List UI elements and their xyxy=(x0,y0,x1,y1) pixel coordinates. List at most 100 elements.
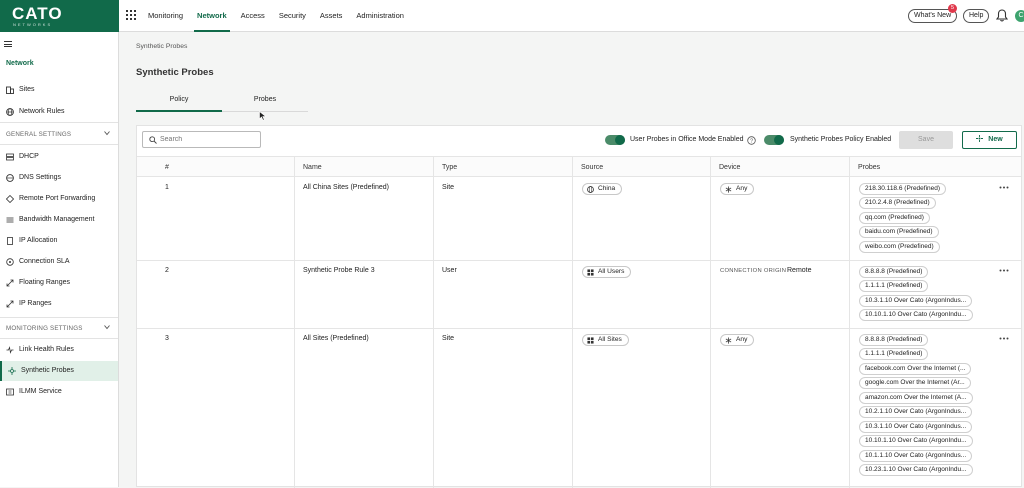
probe-chip[interactable]: 10.2.1.10 Over Cato (ArgonIndus... xyxy=(859,406,973,418)
server-icon xyxy=(6,153,14,161)
probe-chip[interactable]: 10.10.1.10 Over Cato (ArgonIndu... xyxy=(859,435,973,447)
users-grid-icon xyxy=(587,268,594,276)
probe-chip[interactable]: 218.30.118.6 (Predefined) xyxy=(859,183,947,195)
target-icon xyxy=(6,258,14,266)
search-input[interactable] xyxy=(160,134,256,145)
sidebar-item-label: Synthetic Probes xyxy=(21,367,74,374)
probe-chip[interactable]: 1.1.1.1 (Predefined) xyxy=(859,280,929,292)
sidebar-item-label: Link Health Rules xyxy=(19,346,74,353)
row-1-name[interactable]: All China Sites (Predefined) xyxy=(303,184,389,191)
link-health-icon xyxy=(6,346,14,354)
section-general-settings[interactable]: GENERAL SETTINGS xyxy=(6,131,114,138)
building-icon xyxy=(6,86,14,94)
probe-chip[interactable]: qq.com (Predefined) xyxy=(859,212,930,224)
sidebar-item-ip-allocation[interactable]: IP Allocation xyxy=(0,231,118,251)
plus-icon xyxy=(976,135,984,142)
globe-icon xyxy=(587,185,594,193)
sidebar-item-label: Connection SLA xyxy=(19,258,70,265)
search-box[interactable] xyxy=(142,131,261,148)
probe-chip[interactable]: 10.23.1.10 Over Cato (ArgonIndu... xyxy=(859,464,973,476)
row-1-source-chip[interactable]: China xyxy=(582,183,623,195)
nav-monitoring[interactable]: Monitoring xyxy=(148,0,183,32)
column-header-number[interactable]: # xyxy=(165,157,169,178)
row-2-name[interactable]: Synthetic Probe Rule 3 xyxy=(303,267,375,274)
save-button[interactable]: Save xyxy=(899,131,953,149)
probe-chip[interactable]: 10.3.1.10 Over Cato (ArgonIndus... xyxy=(859,295,973,307)
apps-grid-icon[interactable] xyxy=(126,10,136,20)
mouse-cursor-icon xyxy=(259,111,267,121)
probe-chip[interactable]: baidu.com (Predefined) xyxy=(859,226,939,238)
column-header-device[interactable]: Device xyxy=(719,157,740,178)
row-3-source-chip[interactable]: All Sites xyxy=(582,334,629,346)
sidebar-title: Network xyxy=(6,60,34,67)
probe-chip[interactable]: 10.1.1.10 Over Cato (ArgonIndus... xyxy=(859,450,973,462)
probe-chip[interactable]: 10.3.1.10 Over Cato (ArgonIndus... xyxy=(859,421,973,433)
more-options-icon[interactable] xyxy=(999,186,1009,189)
sidebar-item-connection-sla[interactable]: Connection SLA xyxy=(0,252,118,272)
asterisk-icon xyxy=(725,185,732,193)
sidebar-item-remote-port-forwarding[interactable]: Remote Port Forwarding xyxy=(0,189,118,209)
cato-logo[interactable]: CATO NETWORKS xyxy=(0,0,119,32)
user-probes-toggle-label: User Probes in Office Mode Enabled xyxy=(630,136,744,143)
sidebar-item-link-health-rules[interactable]: Link Health Rules xyxy=(0,340,118,360)
help-circle-icon[interactable]: ? xyxy=(747,136,756,145)
sidebar-item-label: Remote Port Forwarding xyxy=(19,195,96,202)
chip-label: Any xyxy=(736,185,748,192)
sidebar-item-ilmm-service[interactable]: ILMM Service xyxy=(0,382,118,402)
more-options-icon[interactable] xyxy=(999,337,1009,340)
column-header-type[interactable]: Type xyxy=(442,157,457,178)
sidebar: Network Sites Network Rules GENERAL SETT… xyxy=(0,32,119,487)
probe-chip[interactable]: 210.2.4.8 (Predefined) xyxy=(859,197,936,209)
tab-policy[interactable]: Policy xyxy=(136,88,222,112)
menu-icon[interactable] xyxy=(4,41,12,47)
search-icon xyxy=(149,136,157,144)
row-3-type: Site xyxy=(442,335,455,342)
more-options-icon[interactable] xyxy=(999,269,1009,272)
tab-probes[interactable]: Probes xyxy=(222,88,308,112)
probe-chip[interactable]: facebook.com Over the Internet (... xyxy=(859,363,972,375)
globe-icon xyxy=(6,174,14,182)
bell-icon[interactable] xyxy=(996,9,1008,22)
sidebar-item-dns-settings[interactable]: DNS Settings xyxy=(0,168,118,188)
breadcrumb[interactable]: Synthetic Probes xyxy=(136,43,187,50)
row-divider xyxy=(137,328,1021,329)
probe-chip[interactable]: amazon.com Over the Internet (A... xyxy=(859,392,973,404)
nav-access[interactable]: Access xyxy=(241,0,265,32)
column-header-name[interactable]: Name xyxy=(303,157,322,178)
section-label: GENERAL SETTINGS xyxy=(6,131,72,138)
probe-chip[interactable]: 1.1.1.1 (Predefined) xyxy=(859,348,929,360)
column-divider xyxy=(433,156,434,488)
help-button[interactable]: Help xyxy=(963,9,990,23)
probe-chip[interactable]: 8.8.8.8 (Predefined) xyxy=(859,334,929,346)
sidebar-item-ip-ranges[interactable]: IP Ranges xyxy=(0,294,118,314)
new-button[interactable]: New xyxy=(962,131,1017,149)
nav-network[interactable]: Network xyxy=(194,0,230,32)
sidebar-item-dhcp[interactable]: DHCP xyxy=(0,147,118,167)
nav-administration[interactable]: Administration xyxy=(356,0,404,32)
user-probes-toggle[interactable] xyxy=(605,135,625,145)
probe-chip[interactable]: google.com Over the Internet (Ar... xyxy=(859,377,971,389)
probe-chip[interactable]: 10.10.1.10 Over Cato (ArgonIndu... xyxy=(859,309,973,321)
row-3-number: 3 xyxy=(165,335,169,342)
row-1-device-chip[interactable]: Any xyxy=(720,183,755,195)
sidebar-item-floating-ranges[interactable]: Floating Ranges xyxy=(0,273,118,293)
user-avatar[interactable]: C xyxy=(1015,10,1024,22)
row-2-source-chip[interactable]: All Users xyxy=(582,266,632,278)
row-3-name[interactable]: All Sites (Predefined) xyxy=(303,335,369,342)
chip-label: Any xyxy=(736,336,748,343)
sidebar-item-network-rules[interactable]: Network Rules xyxy=(0,102,118,122)
policy-enabled-toggle[interactable] xyxy=(764,135,784,145)
sidebar-item-synthetic-probes[interactable]: Synthetic Probes xyxy=(0,361,118,381)
nav-assets[interactable]: Assets xyxy=(320,0,343,32)
sidebar-item-sites[interactable]: Sites xyxy=(0,80,118,100)
section-monitoring-settings[interactable]: MONITORING SETTINGS xyxy=(6,325,114,332)
probe-chip[interactable]: 8.8.8.8 (Predefined) xyxy=(859,266,929,278)
column-header-source[interactable]: Source xyxy=(581,157,603,178)
sidebar-item-bandwidth-management[interactable]: Bandwidth Management xyxy=(0,210,118,230)
probe-chip[interactable]: weibo.com (Predefined) xyxy=(859,241,940,253)
new-button-label: New xyxy=(988,136,1003,143)
row-3-device-chip[interactable]: Any xyxy=(720,334,755,346)
nav-security[interactable]: Security xyxy=(279,0,306,32)
sidebar-item-label: Sites xyxy=(19,86,35,93)
column-header-probes[interactable]: Probes xyxy=(858,157,880,178)
